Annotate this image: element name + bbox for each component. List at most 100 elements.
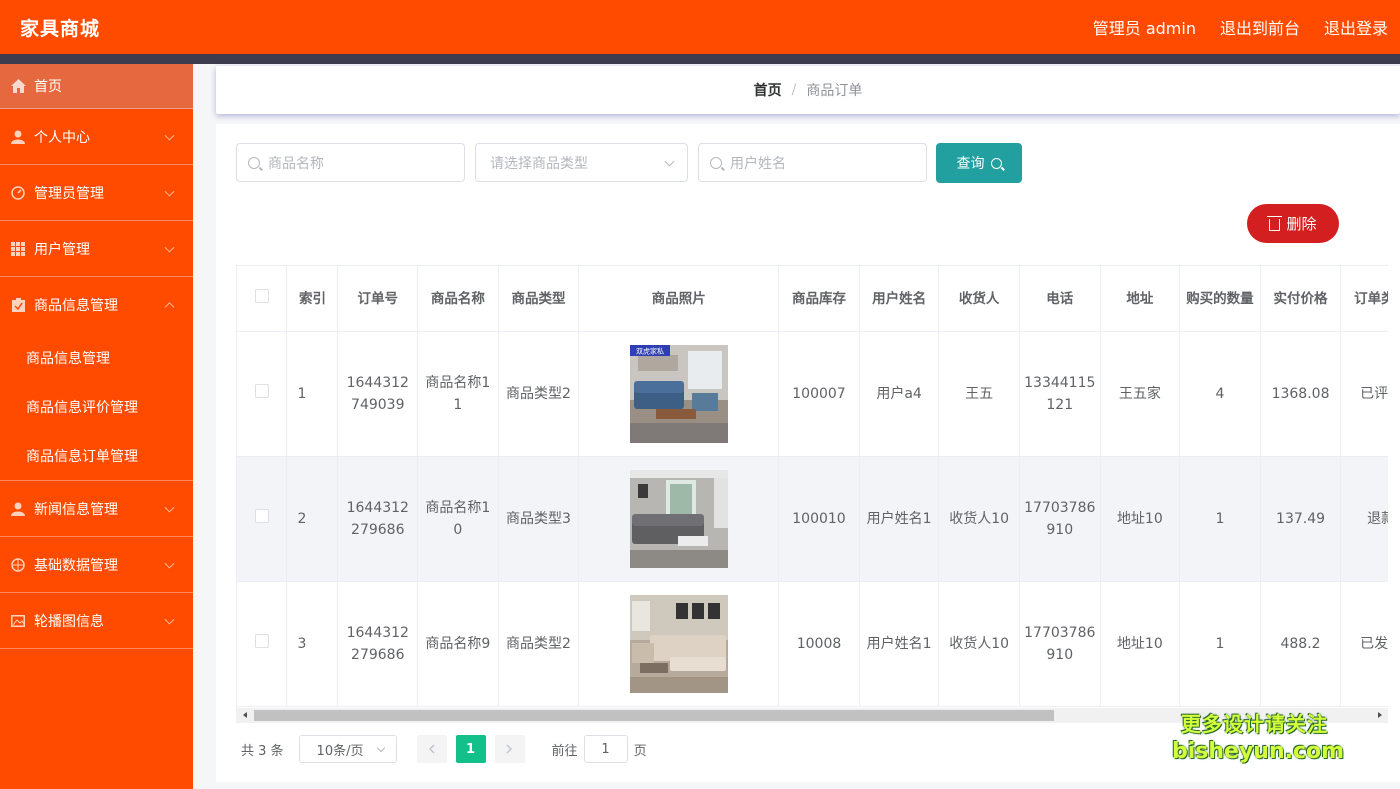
sidebar-item-carousel[interactable]: 轮播图信息: [0, 593, 193, 649]
chevron-up-icon: [164, 302, 175, 313]
cell-goods-name: 商品名称10: [417, 456, 499, 582]
cell-quantity: 1: [1179, 581, 1261, 707]
column-header: 实付价格: [1260, 265, 1342, 332]
goto-prefix: 前往: [551, 743, 578, 759]
sidebar-subitem-goods-review[interactable]: 商品信息评价管理: [0, 382, 193, 431]
cell-receiver: 收货人10: [938, 581, 1020, 707]
chevron-down-icon: [164, 242, 175, 253]
search-icon: [990, 157, 1002, 169]
scroll-left-arrow-icon[interactable]: [243, 712, 247, 718]
sidebar-item-label: 个人中心: [34, 129, 90, 146]
goods-type-select[interactable]: 请选择商品类型: [475, 143, 688, 182]
next-page-button[interactable]: [494, 735, 525, 763]
select-all-checkbox[interactable]: [254, 288, 269, 303]
pagination: 共 3 条 10条/页 1 前往 1 页: [241, 735, 647, 763]
sidebar-item-news[interactable]: 新闻信息管理: [0, 481, 193, 537]
page-number-button[interactable]: 1: [455, 735, 486, 763]
sidebar-item-profile[interactable]: 个人中心: [0, 109, 193, 165]
chevron-down-icon: [164, 502, 175, 513]
breadcrumb-home[interactable]: 首页: [754, 80, 782, 100]
sidebar-item-label: 商品信息管理: [34, 298, 118, 314]
chevron-down-icon: [164, 130, 175, 141]
cell-receiver: 收货人10: [938, 456, 1020, 582]
cell-photo: [578, 456, 780, 582]
user-icon: [10, 129, 26, 145]
scrollbar-thumb[interactable]: [254, 710, 1054, 721]
dashboard-icon: [10, 185, 26, 201]
cell-order-type: 退款: [1340, 456, 1388, 582]
cell-order-type: 已评价: [1340, 331, 1388, 457]
sidebar-item-users[interactable]: 用户管理: [0, 221, 193, 277]
cell-index: 3: [286, 581, 339, 707]
admin-label: 管理员 admin: [1092, 19, 1196, 38]
cell-user-name: 用户a4: [859, 331, 940, 457]
cell-order-no: 1644312749039: [337, 331, 419, 457]
sidebar-item-admin[interactable]: 管理员管理: [0, 165, 193, 221]
sidebar-item-home[interactable]: 首页: [0, 64, 193, 109]
main-panel: 商品名称 请选择商品类型 用户姓名 查询 删除 索引 订单号 商品名称 商品类型…: [216, 124, 1400, 782]
row-checkbox[interactable]: [254, 384, 269, 398]
cell-goods-type: 商品类型2: [498, 331, 580, 457]
sidebar-item-label: 用户管理: [34, 241, 90, 258]
goods-photo[interactable]: [629, 595, 728, 693]
sidebar-item-label: 新闻信息管理: [34, 501, 118, 518]
cell-user-name: 用户姓名1: [859, 456, 940, 582]
logout-link[interactable]: 退出登录: [1324, 15, 1388, 39]
cell-phone: 17703786910: [1019, 456, 1101, 582]
user-name-placeholder: 用户姓名: [730, 155, 786, 172]
row-checkbox[interactable]: [254, 509, 269, 523]
picture-icon: [10, 613, 26, 629]
row-checkbox[interactable]: [254, 634, 269, 648]
cell-index: 2: [286, 456, 339, 582]
cell-order-no: 1644312279686: [337, 456, 419, 582]
goods-name-input[interactable]: 商品名称: [236, 143, 465, 182]
cell-quantity: 1: [1179, 456, 1261, 582]
compass-icon: [10, 557, 26, 573]
sidebar-subitem-goods-info[interactable]: 商品信息管理: [0, 333, 193, 382]
table-row[interactable]: 1 1644312749039 商品名称11 商品类型2 双虎家私 100007…: [237, 331, 1388, 457]
sidebar-item-basic-data[interactable]: 基础数据管理: [0, 537, 193, 593]
scroll-right-arrow-icon[interactable]: [1378, 712, 1382, 718]
user-name-input[interactable]: 用户姓名: [698, 143, 927, 182]
table-row[interactable]: 3 1644312279686 商品名称9 商品类型2 10008 用户姓名1 …: [237, 581, 1388, 707]
chevron-down-icon: [164, 614, 175, 625]
cell-quantity: 4: [1179, 331, 1261, 457]
table-header-row: 索引 订单号 商品名称 商品类型 商品照片 商品库存 用户姓名 收货人 电话 地…: [237, 265, 1388, 332]
column-header: 商品类型: [498, 265, 580, 332]
column-header: 商品照片: [578, 265, 780, 332]
select-all-cell: [237, 265, 288, 332]
search-icon: [710, 156, 722, 169]
sidebar-item-label: 轮播图信息: [34, 613, 104, 630]
cell-index: 1: [286, 331, 339, 457]
goods-photo[interactable]: 双虎家私: [629, 345, 728, 443]
cell-goods-name: 商品名称9: [417, 581, 499, 707]
column-header: 订单类型: [1340, 265, 1388, 332]
chevron-down-icon: [664, 156, 675, 167]
user-icon: [10, 501, 26, 517]
sidebar-item-goods[interactable]: 商品信息管理: [0, 277, 193, 333]
cell-phone: 13344115121: [1019, 331, 1101, 457]
prev-page-button[interactable]: [416, 735, 447, 763]
cell-address: 王五家: [1100, 331, 1181, 457]
sidebar-subitem-goods-order[interactable]: 商品信息订单管理: [0, 431, 193, 480]
photo-badge-text: 双虎家私: [636, 347, 664, 356]
page-size-select[interactable]: 10条/页: [298, 735, 397, 763]
cell-address: 地址10: [1100, 581, 1181, 707]
goods-name-placeholder: 商品名称: [268, 155, 324, 172]
delete-button[interactable]: 删除: [1247, 204, 1339, 243]
goto-page-input[interactable]: 1: [583, 735, 628, 763]
brand-title: 家具商城: [20, 17, 101, 40]
top-header: 家具商城 管理员 admin 退出到前台 退出登录: [0, 0, 1400, 54]
exit-to-front-link[interactable]: 退出到前台: [1220, 15, 1300, 39]
breadcrumb-current: 商品订单: [806, 83, 863, 99]
orders-table: 索引 订单号 商品名称 商品类型 商品照片 商品库存 用户姓名 收货人 电话 地…: [236, 265, 1388, 708]
table-row[interactable]: 2 1644312279686 商品名称10 商品类型3 100010 用户姓名…: [237, 456, 1388, 582]
chevron-right-icon: [506, 744, 513, 754]
column-header: 购买的数量: [1179, 265, 1261, 332]
query-button[interactable]: 查询: [936, 143, 1022, 183]
cell-address: 地址10: [1100, 456, 1181, 582]
goods-photo[interactable]: [629, 470, 728, 568]
chevron-down-icon: [164, 186, 175, 197]
column-header: 收货人: [938, 265, 1020, 332]
cell-phone: 17703786910: [1019, 581, 1101, 707]
